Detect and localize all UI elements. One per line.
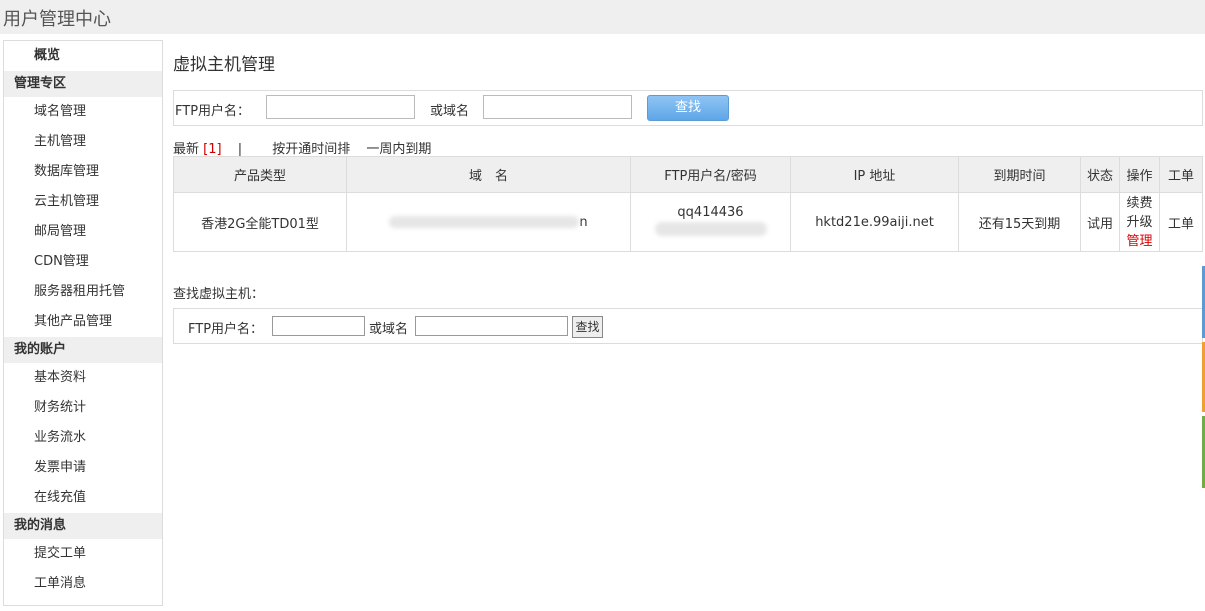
cell-product: 香港2G全能TD01型 <box>173 192 347 252</box>
sidebar-item-transactions[interactable]: 业务流水 <box>4 423 162 453</box>
search-button[interactable]: 查找 <box>647 95 729 121</box>
redacted-password <box>654 221 767 236</box>
col-expire: 到期时间 <box>958 156 1081 193</box>
sidebar-item-submit-ticket[interactable]: 提交工单 <box>4 539 162 569</box>
host-table: 产品类型 域 名 FTP用户名/密码 IP 地址 到期时间 状态 操作 工单 香… <box>173 156 1203 252</box>
cell-expire: 还有15天到期 <box>958 192 1081 252</box>
manage-link[interactable]: 管理 <box>1120 232 1159 251</box>
sidebar-item-ticket-messages[interactable]: 工单消息 <box>4 569 162 599</box>
sidebar-item-domain[interactable]: 域名管理 <box>4 97 162 127</box>
sidebar-item-other-products[interactable]: 其他产品管理 <box>4 307 162 337</box>
find-host-label: 查找虚拟主机： <box>173 287 265 302</box>
col-ftp: FTP用户名/密码 <box>630 156 791 193</box>
app-title: 用户管理中心 <box>3 9 111 30</box>
filter-by-open-time[interactable]: 按开通时间排 <box>272 142 350 157</box>
filter-bar: 最新 [1] | 按开通时间排 一周内到期 <box>173 138 431 157</box>
col-domain: 域 名 <box>346 156 631 193</box>
filter-latest[interactable]: 最新 <box>173 142 199 157</box>
sidebar-item-finance[interactable]: 财务统计 <box>4 393 162 423</box>
sidebar-item-profile[interactable]: 基本资料 <box>4 363 162 393</box>
sidebar-item-invoice[interactable]: 发票申请 <box>4 453 162 483</box>
search-panel-2: FTP用户名： 或域名 查找 <box>173 308 1203 344</box>
sidebar-item-server-rental[interactable]: 服务器租用托管 <box>4 277 162 307</box>
page-title: 虚拟主机管理 <box>173 55 275 75</box>
filter-latest-count[interactable]: [1] <box>203 142 221 157</box>
sidebar-item-cdn[interactable]: CDN管理 <box>4 247 162 277</box>
sidebar-section-manage: 管理专区 <box>4 71 162 97</box>
ftp-username-label-2: FTP用户名： <box>188 322 264 337</box>
col-ops: 操作 <box>1119 156 1160 193</box>
search-panel: FTP用户名： 或域名 查找 <box>173 90 1203 126</box>
filter-separator: | <box>237 142 243 157</box>
sidebar-item-overview[interactable]: 概览 <box>4 41 162 71</box>
table-row: 香港2G全能TD01型 n qq414436 hktd21e.99aiji.ne… <box>173 192 1203 252</box>
ticket-link[interactable]: 工单 <box>1159 192 1203 252</box>
sidebar-item-mail[interactable]: 邮局管理 <box>4 217 162 247</box>
table-header-row: 产品类型 域 名 FTP用户名/密码 IP 地址 到期时间 状态 操作 工单 <box>173 156 1203 193</box>
domain-label-2: 或域名 <box>369 322 409 337</box>
renew-link[interactable]: 续费 <box>1120 194 1159 213</box>
upgrade-link[interactable]: 升级 <box>1120 213 1159 232</box>
ftp-username-input[interactable] <box>266 95 415 119</box>
ftp-username-input-2[interactable] <box>272 316 365 336</box>
sidebar-section-account: 我的账户 <box>4 337 162 363</box>
cell-ops: 续费 升级 管理 <box>1119 192 1160 252</box>
sidebar-section-messages: 我的消息 <box>4 513 162 539</box>
sidebar-item-recharge[interactable]: 在线充值 <box>4 483 162 513</box>
col-status: 状态 <box>1080 156 1120 193</box>
sidebar: 概览 管理专区 域名管理 主机管理 数据库管理 云主机管理 邮局管理 CDN管理… <box>3 40 163 606</box>
cell-domain: n <box>346 192 631 252</box>
cell-domain-tail: n <box>579 214 588 230</box>
top-bar: 用户管理中心 <box>0 0 1205 34</box>
sidebar-item-cloud-host[interactable]: 云主机管理 <box>4 187 162 217</box>
cell-ftp-user: qq414436 <box>677 204 744 220</box>
search-button-2[interactable]: 查找 <box>572 316 603 338</box>
col-ticket: 工单 <box>1159 156 1203 193</box>
cell-ip: hktd21e.99aiji.net <box>790 192 959 252</box>
col-product-type: 产品类型 <box>173 156 347 193</box>
cell-ftp: qq414436 <box>630 192 791 252</box>
main-content: 虚拟主机管理 FTP用户名： 或域名 查找 最新 [1] | 按开通时间排 一周… <box>173 40 1203 611</box>
sidebar-item-host[interactable]: 主机管理 <box>4 127 162 157</box>
cell-status: 试用 <box>1080 192 1120 252</box>
domain-input-2[interactable] <box>415 316 568 336</box>
domain-input[interactable] <box>483 95 632 119</box>
filter-expire-week[interactable]: 一周内到期 <box>366 142 431 157</box>
col-ip: IP 地址 <box>790 156 959 193</box>
sidebar-item-database[interactable]: 数据库管理 <box>4 157 162 187</box>
ftp-username-label: FTP用户名： <box>175 104 251 119</box>
redacted-domain <box>389 216 580 228</box>
domain-label: 或域名 <box>430 104 470 119</box>
